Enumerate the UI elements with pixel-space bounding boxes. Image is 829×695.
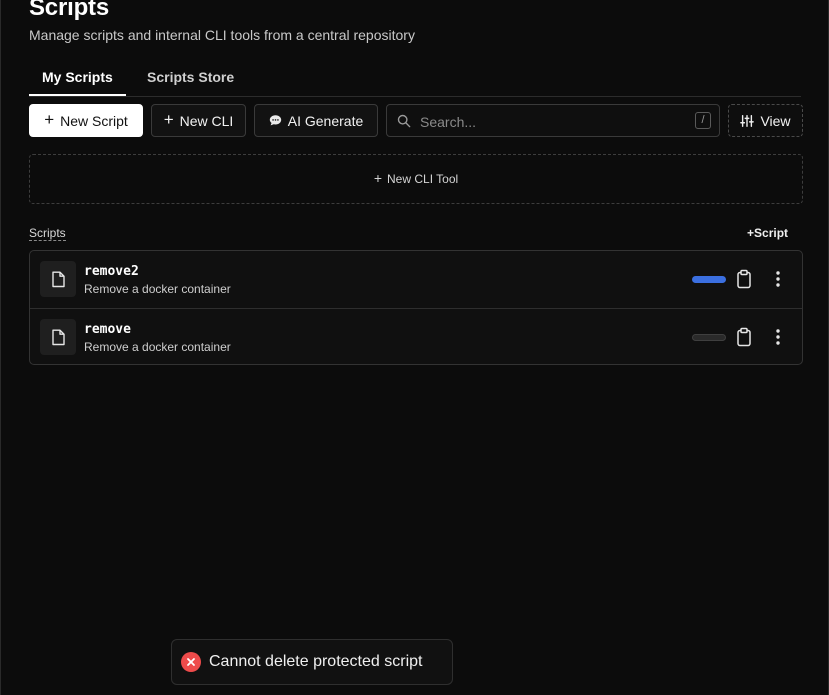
scripts-list: remove2 Remove a docker container remove (29, 250, 803, 365)
script-row[interactable]: remove2 Remove a docker container (30, 251, 802, 308)
new-cli-label: New CLI (179, 112, 234, 129)
search-icon (397, 114, 411, 128)
new-script-label: New Script (60, 112, 128, 129)
ai-generate-label: AI Generate (287, 112, 364, 129)
script-name: remove (84, 322, 131, 337)
tab-bar: My Scripts Scripts Store (29, 62, 801, 97)
script-row[interactable]: remove Remove a docker container (30, 308, 802, 364)
clipboard-icon[interactable] (736, 269, 752, 289)
scripts-page: Scripts Manage scripts and internal CLI … (0, 0, 829, 695)
plus-icon: + (373, 170, 383, 186)
tab-scripts-store[interactable]: Scripts Store (134, 62, 247, 94)
plus-icon: + (163, 110, 174, 129)
page-subtitle: Manage scripts and internal CLI tools fr… (29, 27, 415, 43)
new-script-button[interactable]: + New Script (29, 104, 143, 137)
error-toast: Cannot delete protected script (171, 639, 453, 685)
tab-my-scripts[interactable]: My Scripts (29, 62, 126, 96)
add-script-button[interactable]: +Script (747, 226, 788, 240)
script-name: remove2 (84, 264, 139, 279)
script-enabled-toggle[interactable] (692, 334, 726, 341)
search-input[interactable] (418, 109, 672, 135)
script-description: Remove a docker container (84, 340, 231, 354)
new-cli-button[interactable]: + New CLI (151, 104, 246, 137)
toast-message: Cannot delete protected script (209, 653, 423, 670)
file-icon (40, 261, 76, 297)
new-cli-tool-label: New CLI Tool (387, 172, 459, 186)
plus-icon: + (44, 110, 55, 129)
new-cli-tool-dropzone[interactable]: + New CLI Tool (29, 154, 803, 204)
script-description: Remove a docker container (84, 282, 231, 296)
clipboard-icon[interactable] (736, 327, 752, 347)
file-icon (40, 319, 76, 355)
view-label: View (760, 112, 791, 129)
x-circle-icon (181, 652, 201, 672)
view-button[interactable]: View (728, 104, 803, 137)
chat-bubble-icon (269, 115, 281, 126)
kebab-icon[interactable] (770, 269, 786, 289)
search-box: / (386, 104, 720, 137)
ai-generate-button[interactable]: AI Generate (254, 104, 378, 137)
script-enabled-toggle[interactable] (692, 276, 726, 283)
plus-icon: + (747, 226, 755, 240)
add-script-label: Script (754, 226, 789, 240)
kebab-icon[interactable] (770, 327, 786, 347)
search-shortcut-badge: / (695, 112, 711, 129)
page-title: Scripts (29, 0, 109, 21)
sliders-icon (740, 114, 755, 127)
scripts-section-label: Scripts (29, 226, 66, 241)
